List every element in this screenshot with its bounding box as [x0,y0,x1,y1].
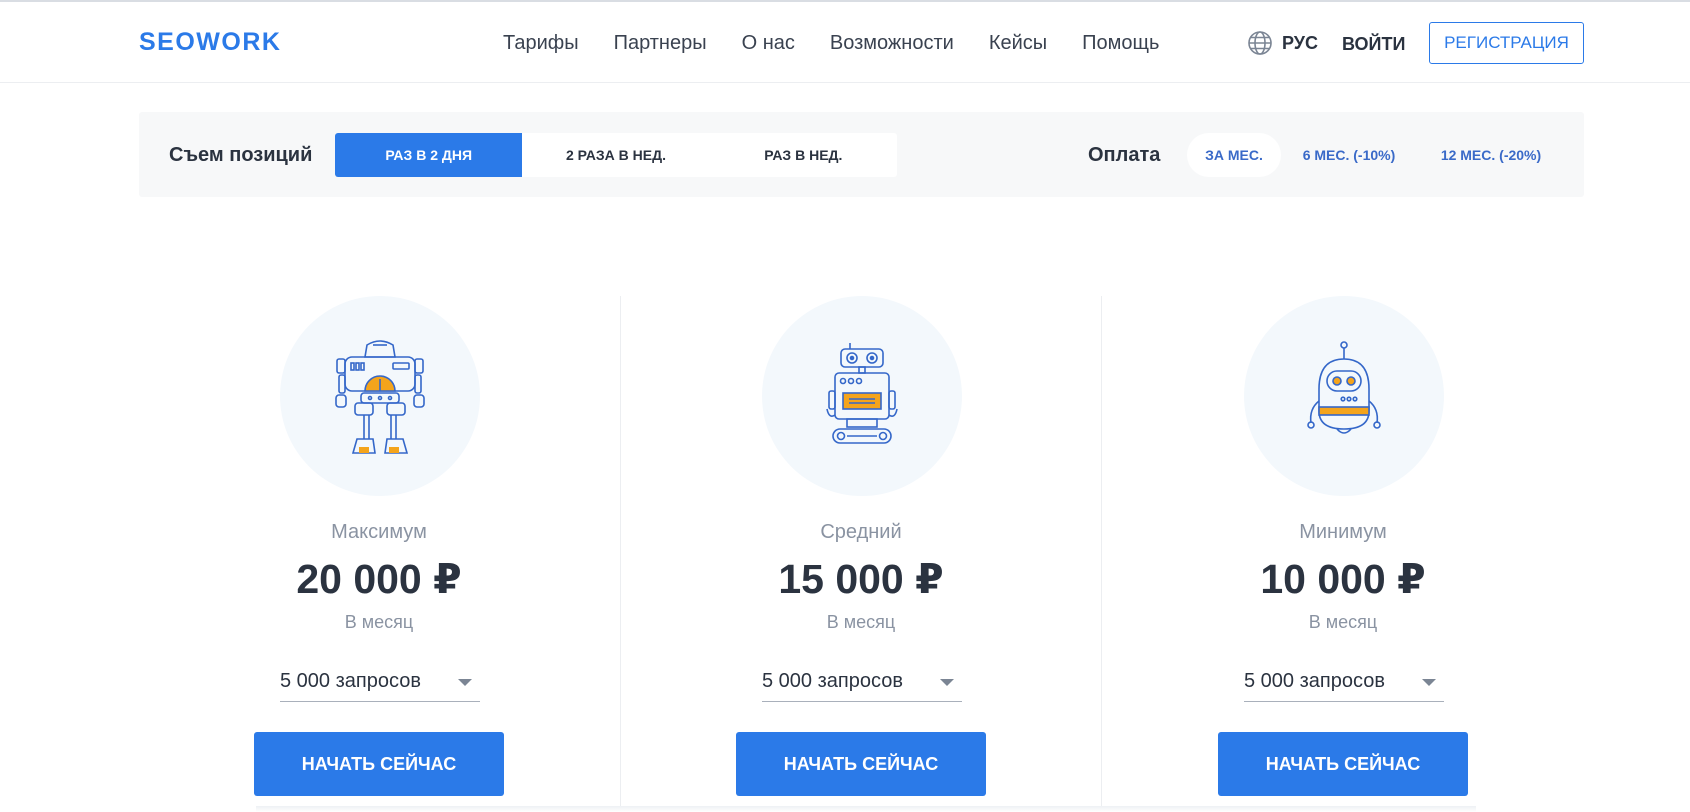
positions-option-every-2-days[interactable]: РАЗ В 2 ДНЯ [335,133,523,177]
plan-period: В месяц [826,612,896,632]
globe-icon [1248,31,1272,55]
nav-item-tariffs[interactable]: Тарифы [503,32,579,55]
plan-period: В месяц [1308,612,1378,632]
positions-label: Съем позиций [169,144,313,166]
payment-option-12-months[interactable]: 12 МЕС. (-20%) [1421,133,1561,177]
nav-item-help[interactable]: Помощь [1082,32,1159,55]
plan-name: Средний [820,521,902,543]
register-button[interactable]: РЕГИСТРАЦИЯ [1429,22,1584,64]
plan-card-max: Максимум 20 000 ₽ В месяц 5 000 запросов… [139,296,619,812]
start-now-button[interactable]: НАЧАТЬ СЕЙЧАС [1218,732,1468,796]
plan-price: 10 000 ₽ [1260,556,1426,602]
payment-option-monthly[interactable]: ЗА МЕС. [1187,133,1281,177]
main-nav: Тарифы Партнеры О нас Возможности Кейсы … [503,32,1194,55]
nav-item-cases[interactable]: Кейсы [989,32,1047,55]
robot-min-icon [1307,341,1381,434]
plan-name: Минимум [1299,521,1387,543]
pricing-filter-bar: Съем позиций РАЗ В 2 ДНЯ 2 РАЗА В НЕД. Р… [139,112,1584,197]
site-header: SEOWORK Тарифы Партнеры О нас Возможност… [0,2,1690,83]
positions-frequency-toggle: РАЗ В 2 ДНЯ 2 РАЗА В НЕД. РАЗ В НЕД. [335,133,897,177]
plan-name: Максимум [331,521,427,543]
chevron-down-icon [458,679,472,686]
nav-item-partners[interactable]: Партнеры [614,32,707,55]
requests-dropdown[interactable]: 5 000 запросов [1244,666,1444,702]
chevron-down-icon [1422,679,1436,686]
nav-item-features[interactable]: Возможности [830,32,954,55]
positions-option-weekly[interactable]: РАЗ В НЕД. [710,133,897,177]
requests-dropdown-value: 5 000 запросов [280,670,421,692]
plan-period: В месяц [344,612,414,632]
section-shadow [256,806,1476,812]
plan-price: 15 000 ₽ [778,556,944,602]
plan-avatar [1244,296,1444,496]
plan-avatar [762,296,962,496]
login-link[interactable]: ВОЙТИ [1342,34,1405,55]
positions-option-twice-weekly[interactable]: 2 РАЗА В НЕД. [522,133,709,177]
chevron-down-icon [940,679,954,686]
plan-card-mid: Средний 15 000 ₽ В месяц 5 000 запросов … [621,296,1101,812]
requests-dropdown-value: 5 000 запросов [762,670,903,692]
plan-avatar [280,296,480,496]
start-now-button[interactable]: НАЧАТЬ СЕЙЧАС [254,732,504,796]
plan-card-min: Минимум 10 000 ₽ В месяц 5 000 запросов … [1103,296,1583,812]
requests-dropdown-value: 5 000 запросов [1244,670,1385,692]
robot-mid-icon [826,343,898,444]
nav-item-about[interactable]: О нас [742,32,795,55]
start-now-button[interactable]: НАЧАТЬ СЕЙЧАС [736,732,986,796]
plan-price: 20 000 ₽ [296,556,462,602]
payment-option-6-months[interactable]: 6 МЕС. (-10%) [1289,133,1409,177]
robot-max-icon [335,340,425,454]
language-label: РУС [1282,32,1318,53]
requests-dropdown[interactable]: 5 000 запросов [762,666,962,702]
language-switcher[interactable]: РУС [1246,29,1318,57]
card-divider [1101,296,1102,812]
logo[interactable]: SEOWORK [139,28,281,57]
payment-label: Оплата [1088,144,1161,166]
requests-dropdown[interactable]: 5 000 запросов [280,666,480,702]
